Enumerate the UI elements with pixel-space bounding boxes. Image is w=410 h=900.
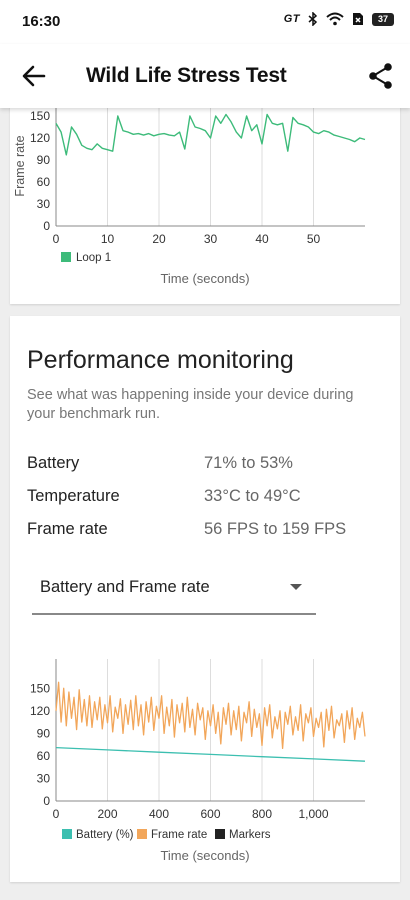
carrier-badge: GT	[283, 13, 300, 25]
y-tick-label: 90	[37, 153, 51, 167]
legend-label-frame-rate: Frame rate	[151, 829, 207, 841]
legend-swatch-loop-1	[61, 252, 71, 262]
status-bar: 16:30 GT 37	[0, 0, 410, 44]
legend-label-markers: Markers	[229, 829, 271, 841]
y-tick-label: 0	[43, 794, 50, 808]
battery-frame-rate-chart: 0 30 60 90 120 150 0 200 400 600 800 1,000 Battery (…	[30, 659, 366, 863]
x-tick-label: 0	[53, 807, 60, 821]
legend-swatch-markers	[215, 829, 225, 839]
y-tick-label: 30	[37, 197, 51, 211]
performance-monitoring-card: Performance monitoring See what was happ…	[10, 316, 400, 882]
share-icon[interactable]	[368, 62, 394, 90]
y-tick-label: 90	[37, 726, 51, 740]
y-tick-label: 150	[30, 109, 50, 123]
x-axis-label: Time (seconds)	[160, 848, 249, 863]
app-bar: Wild Life Stress Test	[0, 44, 410, 108]
x-tick-label: 400	[149, 807, 169, 821]
bluetooth-icon	[308, 12, 318, 26]
x-tick-label: 800	[252, 807, 272, 821]
battery-icon: 37	[372, 12, 394, 26]
x-tick-label: 30	[204, 232, 218, 246]
page-title: Wild Life Stress Test	[86, 64, 287, 87]
wifi-icon	[326, 12, 344, 26]
x-tick-label: 600	[200, 807, 220, 821]
legend-label-battery: Battery (%)	[76, 829, 134, 841]
y-tick-label: 30	[37, 771, 51, 785]
status-icons: GT 37	[284, 12, 394, 26]
y-tick-label: 60	[37, 749, 51, 763]
y-tick-label: 150	[30, 681, 50, 695]
y-tick-label: 120	[30, 131, 50, 145]
x-axis-label: Time (seconds)	[160, 271, 249, 286]
x-tick-label: 20	[152, 232, 166, 246]
y-tick-label: 0	[43, 219, 50, 233]
x-tick-label: 50	[307, 232, 321, 246]
legend-swatch-frame-rate	[137, 829, 147, 839]
status-time: 16:30	[22, 13, 61, 30]
y-tick-label: 60	[37, 175, 51, 189]
y-axis-label: Frame rate	[13, 135, 27, 196]
y-tick-label: 120	[30, 704, 50, 718]
loop-chart-card: 0 30 60 90 120 150 0 10 20 30 40 50 Frame rate Loop 1…	[10, 80, 400, 304]
x-tick-label: 10	[101, 232, 115, 246]
x-tick-label: 0	[53, 232, 60, 246]
legend-swatch-battery	[62, 829, 72, 839]
back-arrow-icon[interactable]	[20, 62, 48, 90]
x-tick-label: 200	[97, 807, 117, 821]
x-tick-label: 1,000	[298, 807, 328, 821]
x-tick-label: 40	[255, 232, 269, 246]
no-sim-icon	[353, 13, 363, 25]
loop-frame-rate-chart: 0 30 60 90 120 150 0 10 20 30 40 50 Frame rate Loop 1…	[13, 104, 366, 286]
legend-label-loop-1: Loop 1	[76, 252, 111, 264]
